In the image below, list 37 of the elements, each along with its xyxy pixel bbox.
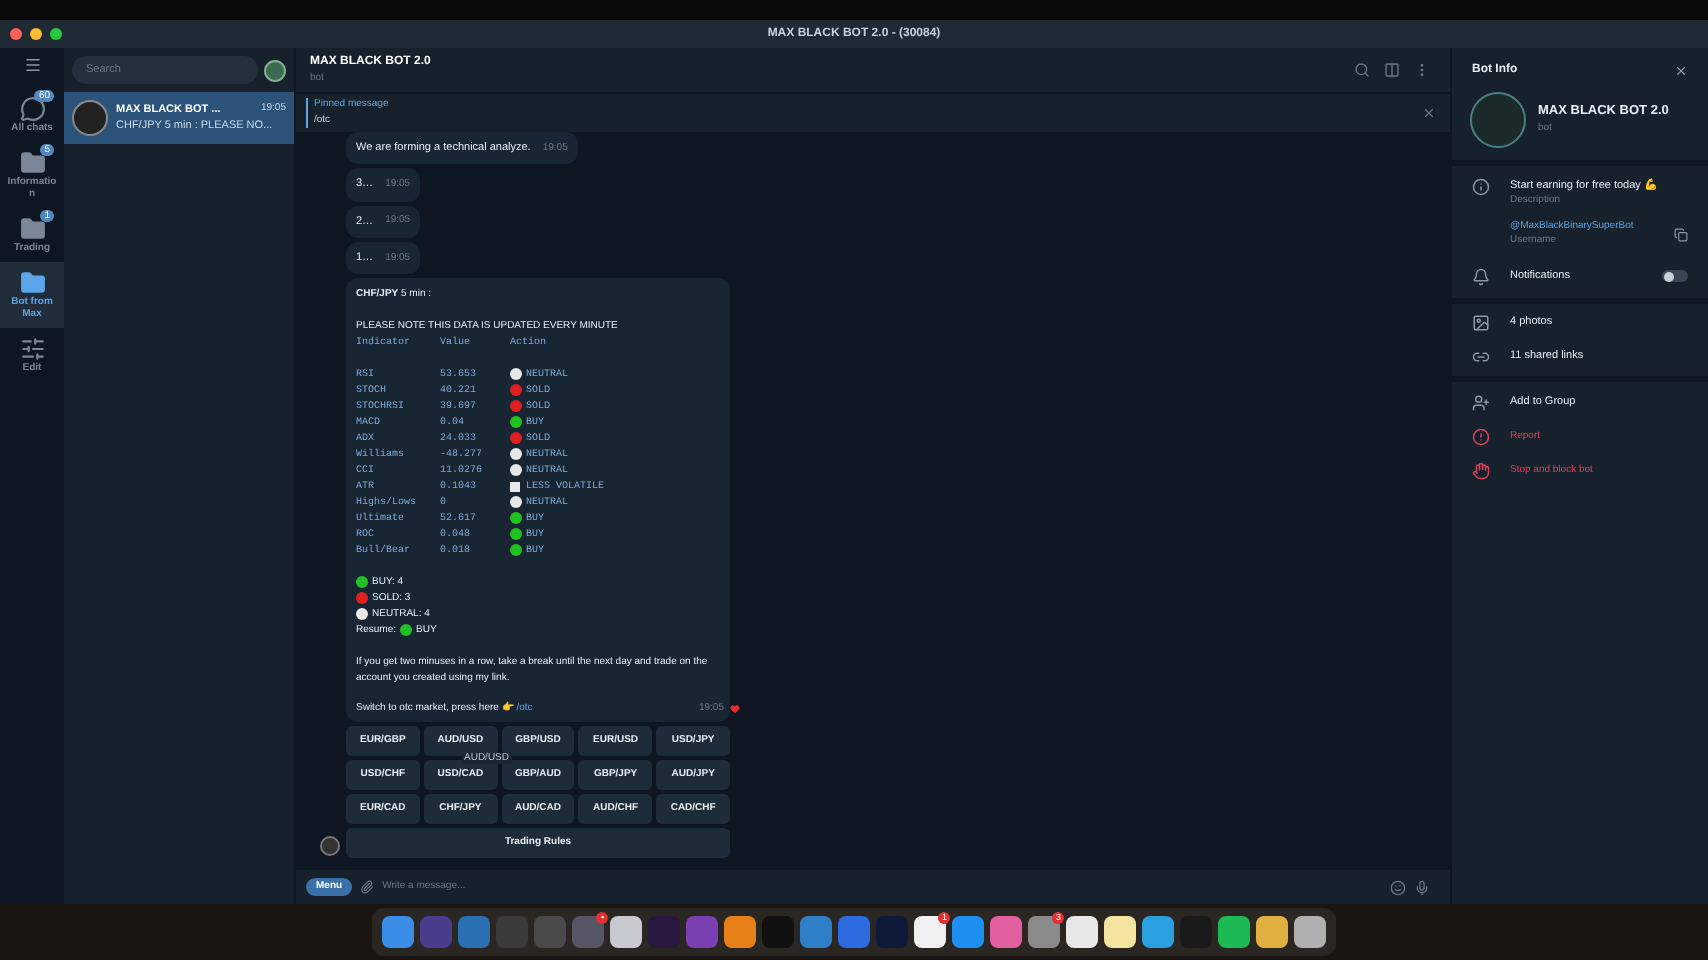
close-icon[interactable] [1422, 106, 1436, 120]
info-icon [1472, 178, 1490, 196]
app-icon[interactable] [609, 915, 643, 949]
microphone-icon[interactable] [1414, 879, 1430, 895]
avatar-placeholder [72, 100, 108, 136]
emoji-icon[interactable] [1390, 879, 1406, 895]
bell-icon [1472, 267, 1490, 286]
sidebar-toggle-icon[interactable] [1384, 62, 1400, 78]
minimize-window-icon[interactable] [30, 28, 42, 40]
hand-icon [1472, 461, 1490, 480]
folder-icon [19, 150, 45, 176]
app-icon[interactable] [1141, 915, 1175, 949]
menu-icon[interactable] [23, 56, 41, 74]
maximize-window-icon[interactable] [50, 28, 62, 40]
close-window-icon[interactable] [10, 28, 22, 40]
add-user-icon [1472, 393, 1490, 412]
image-icon [1472, 313, 1490, 332]
avatar-placeholder [320, 836, 340, 856]
chat-bubble-icon [19, 96, 45, 122]
copy-icon[interactable] [1674, 227, 1688, 242]
app-icon[interactable] [1103, 915, 1137, 949]
close-icon[interactable] [1674, 63, 1688, 77]
app-icon[interactable] [1065, 915, 1099, 949]
folder-icon [19, 216, 45, 242]
app-icon[interactable] [1217, 915, 1251, 949]
avatar-placeholder[interactable] [264, 59, 286, 81]
link-icon [1472, 347, 1490, 366]
search-icon[interactable] [1354, 62, 1370, 78]
avatar-placeholder [1470, 92, 1526, 148]
app-icon[interactable] [1255, 915, 1289, 949]
warning-icon [1472, 427, 1490, 446]
folder-icon [19, 270, 45, 296]
app-icon[interactable] [723, 915, 757, 949]
notifications-toggle[interactable] [1662, 270, 1688, 283]
sliders-icon [19, 336, 45, 362]
paperclip-icon[interactable] [360, 880, 375, 894]
app-icon[interactable] [1293, 915, 1327, 949]
